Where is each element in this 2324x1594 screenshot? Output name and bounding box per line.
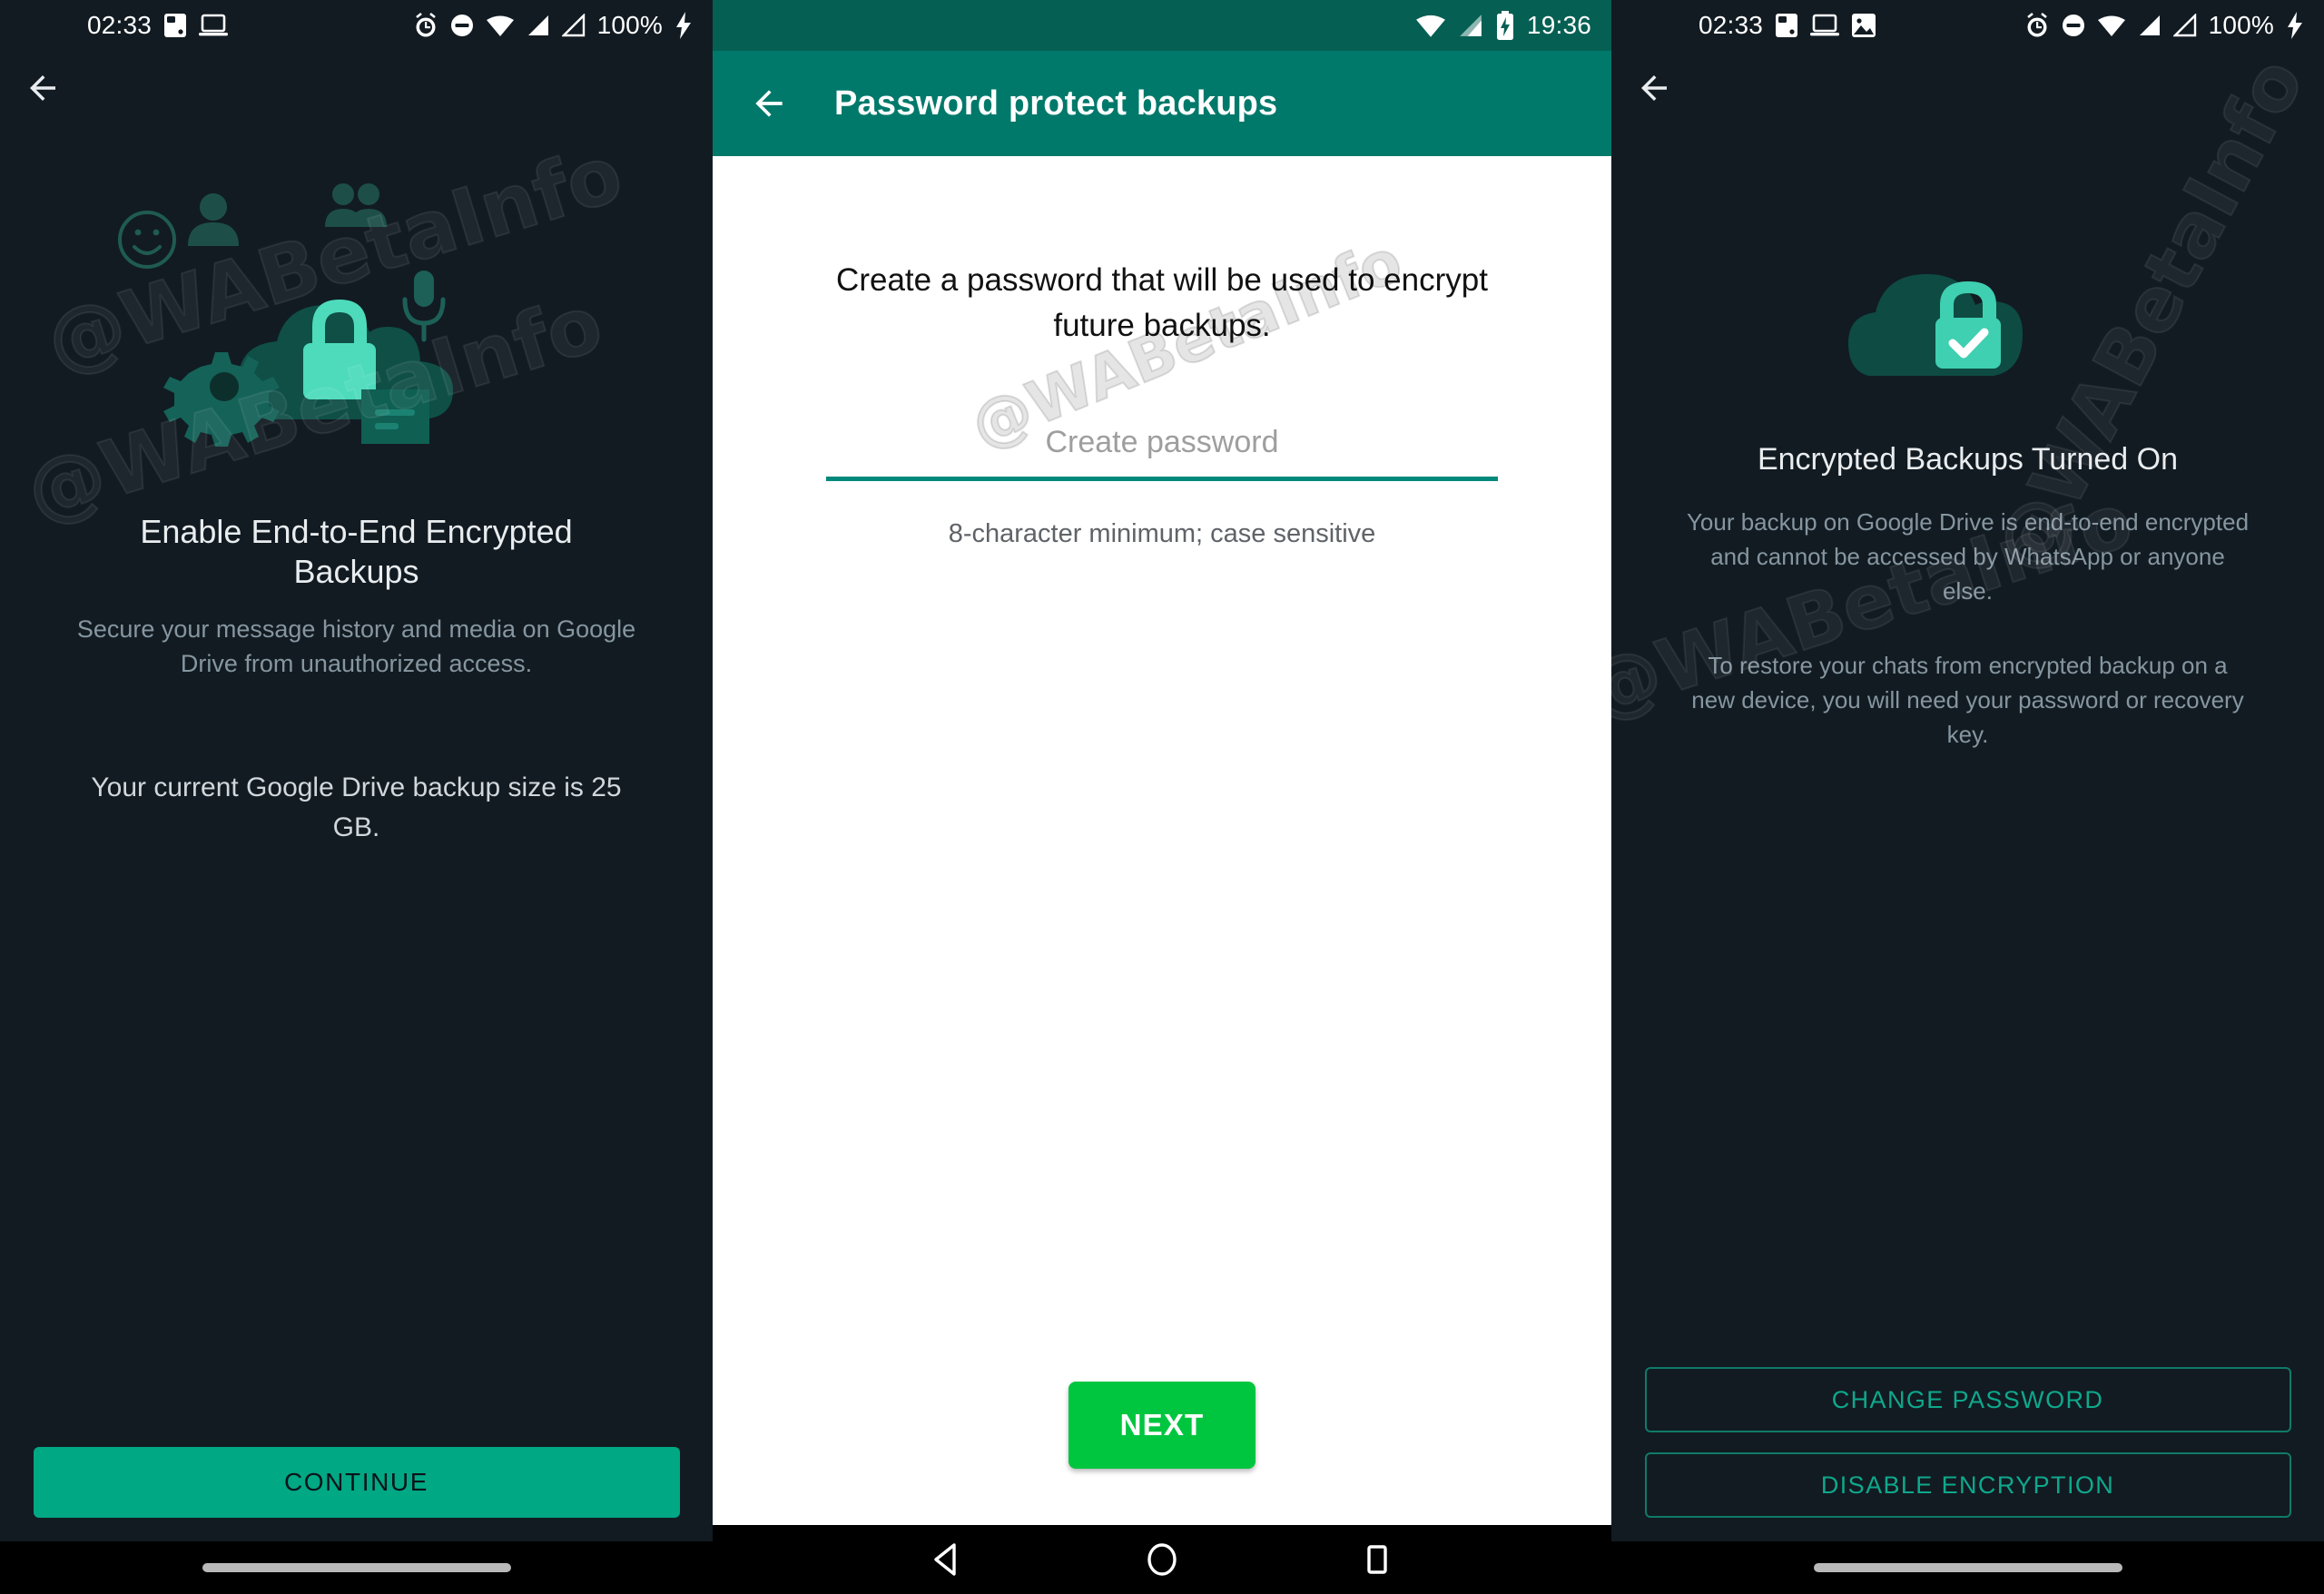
image-icon xyxy=(1851,13,1876,38)
smiley-icon xyxy=(117,211,176,269)
change-password-button[interactable]: CHANGE PASSWORD xyxy=(1644,1367,2291,1432)
laptop-icon xyxy=(1810,14,1840,37)
signal-2-icon xyxy=(2172,14,2197,37)
recents-square-icon[interactable] xyxy=(1356,1539,1398,1580)
back-triangle-icon[interactable] xyxy=(926,1539,968,1580)
panel-enable-encrypted-backups: 02:33 100% Enable End-to-End Encrypted B… xyxy=(0,0,713,1594)
laptop-icon xyxy=(199,14,229,37)
status-time: 02:33 xyxy=(87,11,153,39)
back-arrow-icon[interactable] xyxy=(749,84,789,123)
encrypted-backup-illustration xyxy=(66,180,647,507)
alarm-icon xyxy=(413,12,438,39)
backup-size-text: Your current Google Drive backup size is… xyxy=(91,772,622,842)
wifi-icon xyxy=(2097,14,2126,37)
back-arrow-icon xyxy=(1641,75,1667,101)
do-not-disturb-icon xyxy=(450,14,474,37)
app-bar-title: Password protect backups xyxy=(834,84,1278,123)
wifi-icon xyxy=(1415,13,1446,38)
signal-icon xyxy=(1458,13,1483,38)
signal-icon xyxy=(527,14,550,37)
back-button-panel3[interactable] xyxy=(1611,51,2324,125)
android-nav-bar xyxy=(713,1525,1611,1594)
password-description: Create a password that will be used to e… xyxy=(836,262,1488,343)
app-bar: Password protect backups xyxy=(713,51,1611,156)
password-hint: 8-character minimum; case sensitive xyxy=(948,519,1376,548)
three-phone-screenshots: 02:33 100% Enable End-to-End Encrypted B… xyxy=(0,0,2324,1594)
do-not-disturb-icon xyxy=(2062,14,2085,37)
battery-percent: 100% xyxy=(2208,11,2274,39)
status-bar-2: 19:36 xyxy=(713,0,1611,51)
alarm-icon xyxy=(2024,12,2050,39)
battery-charging-icon xyxy=(1495,11,1515,40)
wifi-icon xyxy=(486,14,515,37)
page-title-1: Enable End-to-End Encrypted Backups xyxy=(140,513,573,590)
encryption-description: Your backup on Google Drive is end-to-en… xyxy=(1686,508,2250,605)
home-circle-icon[interactable] xyxy=(1141,1539,1183,1580)
panel-password-protect-backups: 19:36 Password protect backups Create a … xyxy=(713,0,1611,1594)
bolt-icon xyxy=(2286,12,2304,39)
message-icon xyxy=(360,389,429,444)
bolt-icon xyxy=(675,12,693,39)
battery-percent: 100% xyxy=(596,11,663,39)
status-bar-1: 02:33 100% xyxy=(0,0,713,51)
page-subtitle-1: Secure your message history and media on… xyxy=(76,615,636,677)
microphone-icon xyxy=(402,271,445,342)
back-arrow-icon xyxy=(30,75,55,101)
back-button-panel1[interactable] xyxy=(0,51,713,125)
restore-instructions: To restore your chats from encrypted bac… xyxy=(1691,652,2244,748)
encrypted-on-illustration xyxy=(1832,249,2104,412)
status-time: 02:33 xyxy=(1699,11,1764,39)
home-indicator[interactable] xyxy=(202,1563,511,1572)
disable-encryption-button[interactable]: DISABLE ENCRYPTION xyxy=(1644,1452,2291,1518)
create-password-input[interactable] xyxy=(826,418,1498,481)
sd-card-icon xyxy=(163,13,187,38)
sd-card-icon xyxy=(1775,13,1798,38)
panel-encrypted-backups-turned-on: 02:33 100% Encrypted Backups Turned On Y… xyxy=(1611,0,2324,1594)
signal-icon xyxy=(2138,14,2162,37)
password-field-wrapper xyxy=(826,418,1498,481)
next-button[interactable]: NEXT xyxy=(1068,1382,1256,1469)
person-icon xyxy=(187,193,239,246)
home-indicator-bar-3 xyxy=(1611,1541,2324,1594)
signal-2-icon xyxy=(561,14,586,37)
status-bar-3: 02:33 100% xyxy=(1611,0,2324,51)
home-indicator[interactable] xyxy=(1813,1563,2122,1572)
continue-button[interactable]: CONTINUE xyxy=(33,1447,680,1518)
home-indicator-bar-1 xyxy=(0,1541,713,1594)
page-title-3: Encrypted Backups Turned On xyxy=(1757,442,2179,477)
status-time: 19:36 xyxy=(1526,11,1591,39)
group-icon xyxy=(324,183,387,227)
